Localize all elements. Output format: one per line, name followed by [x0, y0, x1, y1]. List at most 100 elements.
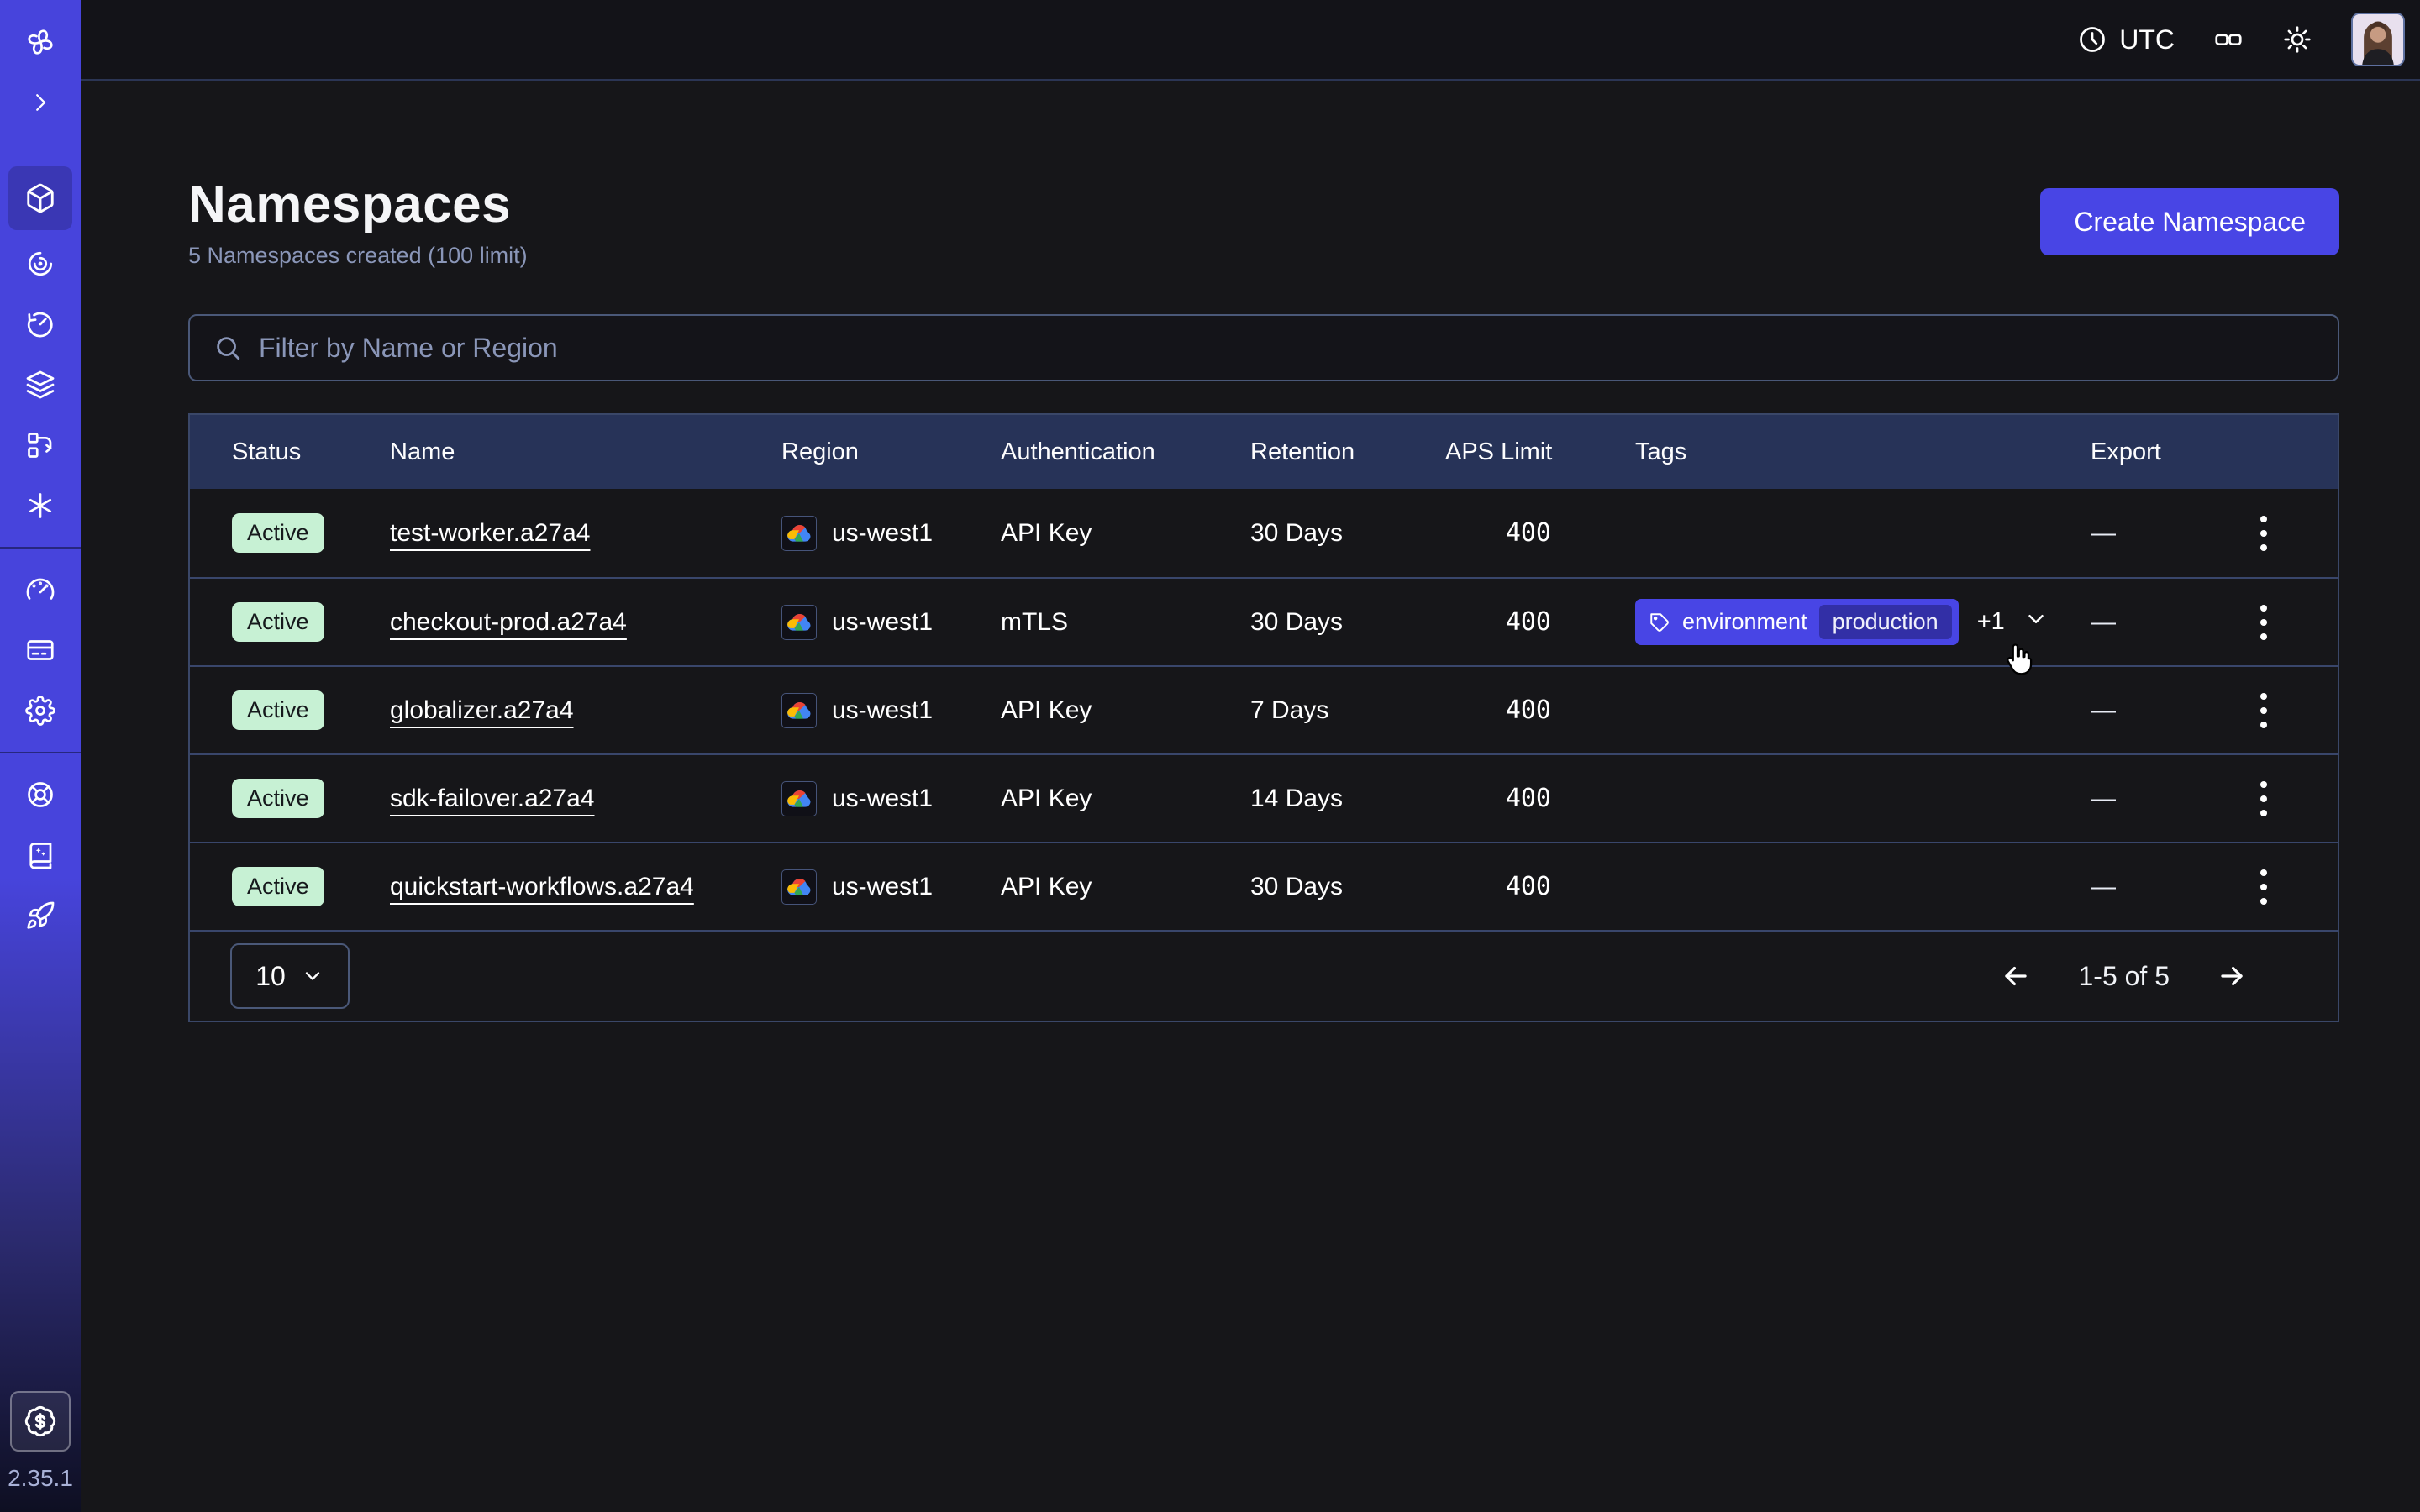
retention-cell: 14 Days [1250, 785, 1445, 813]
chevron-down-icon [301, 964, 324, 988]
namespace-link[interactable]: checkout-prod.a27a4 [390, 608, 627, 636]
search-icon [213, 333, 242, 362]
tag-pill[interactable]: environment production [1635, 599, 1959, 645]
aps-limit-cell: 400 [1445, 696, 1635, 725]
sidebar-item-namespaces[interactable] [8, 166, 72, 230]
layers-icon [25, 370, 55, 400]
create-namespace-button[interactable]: Create Namespace [2040, 188, 2339, 255]
rocket-icon [25, 900, 55, 931]
temporal-logo-icon[interactable] [0, 12, 81, 72]
table-pagination: 10 1-5 of 5 [190, 930, 2338, 1021]
page-subtitle: 5 Namespaces created (100 limit) [188, 243, 528, 269]
status-badge: Active [232, 513, 324, 553]
sidebar-item-workflows[interactable] [0, 234, 81, 294]
row-actions-menu-button[interactable] [2242, 774, 2286, 824]
sidebar-item-nexus[interactable] [0, 475, 81, 536]
asterisk-icon [25, 491, 55, 521]
theme-toggle-button[interactable] [2282, 24, 2312, 55]
column-header-retention: Retention [1250, 438, 1445, 466]
column-header-auth: Authentication [1001, 438, 1250, 466]
timezone-button[interactable]: UTC [2077, 24, 2175, 55]
status-badge: Active [232, 602, 324, 642]
table-row: Active test-worker.a27a4 us-west1 API Ke… [190, 489, 2338, 577]
region-label: us-west1 [832, 785, 933, 813]
gear-icon [25, 696, 55, 726]
export-cell: — [2091, 519, 2237, 548]
page-size-select[interactable]: 10 [230, 943, 350, 1009]
gcp-cloud-icon [781, 605, 817, 640]
auth-cell: API Key [1001, 519, 1250, 548]
page-range-label: 1-5 of 5 [2078, 961, 2170, 992]
table-row: Active globalizer.a27a4 us-west1 API Key… [190, 665, 2338, 753]
export-cell: — [2091, 873, 2237, 901]
table-header: Status Name Region Authentication Retent… [190, 415, 2338, 489]
region-label: us-west1 [832, 873, 933, 901]
avatar[interactable] [2351, 13, 2405, 66]
sidebar-item-billing[interactable] [0, 620, 81, 680]
retention-cell: 7 Days [1250, 696, 1445, 725]
table-row: Active quickstart-workflows.a27a4 us-wes… [190, 842, 2338, 930]
namespace-link[interactable]: globalizer.a27a4 [390, 696, 574, 724]
sidebar: 2.35.1 [0, 0, 81, 1512]
sidebar-item-docs[interactable] [0, 825, 81, 885]
arrow-right-icon [2216, 960, 2248, 992]
aps-limit-cell: 400 [1445, 607, 1635, 637]
tag-icon [1649, 612, 1670, 633]
auth-cell: API Key [1001, 785, 1250, 813]
region-label: us-west1 [832, 696, 933, 725]
content: Namespaces 5 Namespaces created (100 lim… [81, 81, 2420, 1022]
gcp-cloud-icon [781, 781, 817, 816]
namespaces-table: Status Name Region Authentication Retent… [188, 413, 2339, 1022]
export-cell: — [2091, 696, 2237, 725]
lifebuoy-icon [25, 780, 55, 810]
table-body: Active test-worker.a27a4 us-west1 API Ke… [190, 489, 2338, 930]
filter-input[interactable] [259, 333, 2314, 364]
row-actions-menu-button[interactable] [2242, 597, 2286, 648]
retention-cell: 30 Days [1250, 608, 1445, 637]
column-header-region: Region [781, 438, 1001, 466]
row-actions-menu-button[interactable] [2242, 862, 2286, 912]
labs-button[interactable] [2213, 24, 2244, 55]
auth-cell: API Key [1001, 873, 1250, 901]
region-label: us-west1 [832, 519, 933, 548]
filter-container [188, 314, 2339, 381]
column-header-aps-limit: APS Limit [1445, 438, 1635, 466]
sidebar-item-usage[interactable] [0, 559, 81, 620]
tags-expand-chevron[interactable] [2023, 606, 2049, 638]
table-row: Active checkout-prod.a27a4 us-west1 mTLS… [190, 577, 2338, 665]
page-size-value: 10 [255, 961, 286, 992]
sun-icon [2282, 24, 2312, 55]
retention-cell: 30 Days [1250, 873, 1445, 901]
workflow-graph-icon [25, 430, 55, 460]
page-title: Namespaces [188, 175, 528, 234]
sidebar-item-schedules[interactable] [0, 294, 81, 354]
gauge-icon [25, 575, 55, 605]
column-header-export: Export [2091, 438, 2237, 466]
pricing-button[interactable] [10, 1391, 71, 1452]
timezone-label: UTC [2119, 24, 2175, 55]
row-actions-menu-button[interactable] [2242, 685, 2286, 736]
gcp-cloud-icon [781, 693, 817, 728]
column-header-tags: Tags [1635, 438, 2091, 466]
sidebar-item-support[interactable] [0, 764, 81, 825]
timer-icon [25, 309, 55, 339]
status-badge: Active [232, 867, 324, 906]
sidebar-divider [0, 752, 81, 753]
namespace-link[interactable]: test-worker.a27a4 [390, 519, 590, 547]
namespace-link[interactable]: sdk-failover.a27a4 [390, 785, 595, 812]
sidebar-item-deployments[interactable] [0, 415, 81, 475]
export-cell: — [2091, 608, 2237, 637]
sidebar-item-settings[interactable] [0, 680, 81, 741]
next-page-button[interactable] [2213, 958, 2250, 995]
app-version: 2.35.1 [8, 1465, 73, 1492]
aps-limit-cell: 400 [1445, 872, 1635, 901]
arrow-left-icon [2000, 960, 2032, 992]
sidebar-expand-button[interactable] [0, 72, 81, 133]
sidebar-item-getting-started[interactable] [0, 885, 81, 946]
app-root: 2.35.1 UTC [0, 0, 2420, 1512]
namespace-link[interactable]: quickstart-workflows.a27a4 [390, 873, 694, 900]
row-actions-menu-button[interactable] [2242, 508, 2286, 559]
aps-limit-cell: 400 [1445, 784, 1635, 813]
previous-page-button[interactable] [1997, 958, 2034, 995]
sidebar-item-stack[interactable] [0, 354, 81, 415]
